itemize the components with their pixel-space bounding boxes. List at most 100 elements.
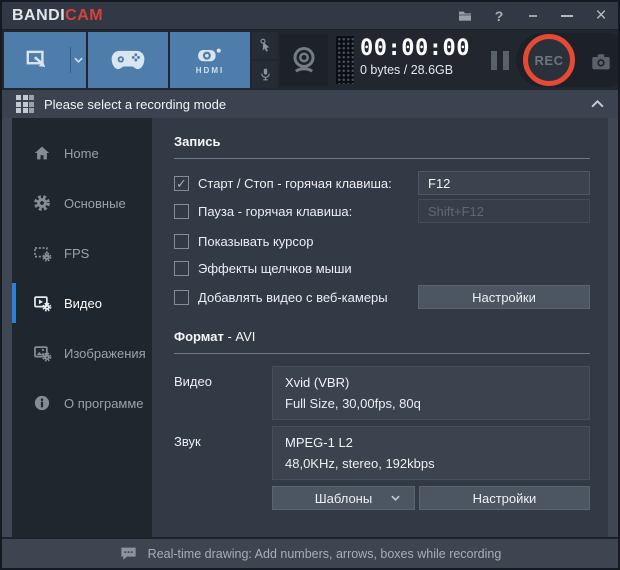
mode-select-text: Please select a recording mode bbox=[44, 96, 227, 112]
audio-format-row: Звук MPEG-1 L2 48,0KHz, stereo, 192kbps bbox=[174, 426, 590, 480]
fps-icon bbox=[32, 244, 52, 263]
collapse-button[interactable] bbox=[591, 100, 604, 108]
sidebar-item-video[interactable]: Видео bbox=[12, 278, 152, 328]
info-icon bbox=[32, 394, 52, 412]
sidebar-item-label: Изображения bbox=[64, 345, 146, 361]
show-cursor-checkbox[interactable] bbox=[174, 233, 189, 249]
webcam-settings-button[interactable]: Настройки bbox=[418, 285, 590, 309]
sidebar-item-home[interactable]: Home bbox=[12, 128, 152, 178]
pause-button[interactable] bbox=[491, 51, 509, 70]
minimize-icon bbox=[561, 14, 573, 17]
sidebar-item-label: FPS bbox=[64, 245, 90, 261]
video-details: Full Size, 30,00fps, 80q bbox=[285, 396, 421, 411]
templates-button[interactable]: Шаблоны bbox=[272, 486, 415, 510]
camera-icon bbox=[590, 51, 612, 73]
pause-hotkey-input[interactable] bbox=[418, 199, 590, 223]
game-recording-mode-button[interactable] bbox=[88, 32, 168, 88]
webcam-overlay-checkbox[interactable] bbox=[174, 289, 189, 305]
gamepad-icon bbox=[111, 48, 145, 72]
sidebar-item-general[interactable]: Основные bbox=[12, 178, 152, 228]
audio-format-box[interactable]: MPEG-1 L2 48,0KHz, stereo, 192kbps bbox=[272, 426, 590, 480]
minimize-tray-button[interactable] bbox=[516, 2, 550, 29]
app-logo: BANDICAM bbox=[12, 7, 103, 25]
click-effects-checkbox[interactable] bbox=[174, 260, 189, 276]
sidebar-item-label: Home bbox=[64, 145, 99, 161]
format-section-title: Формат - AVI bbox=[174, 329, 590, 344]
webcam-toggle[interactable] bbox=[280, 34, 328, 86]
sidebar-item-about[interactable]: О программе bbox=[12, 378, 152, 428]
webcam-icon bbox=[289, 45, 319, 75]
checkbox-label: Пауза - горячая клавиша: bbox=[198, 203, 353, 219]
chevron-down-icon bbox=[391, 495, 400, 501]
logo-text-red: CAM bbox=[65, 6, 104, 24]
settings-panel: Запись ✓ Старт / Стоп - горячая клавиша:… bbox=[152, 118, 608, 537]
format-title-bold: Формат bbox=[174, 329, 224, 344]
sidebar-item-label: Основные bbox=[64, 195, 126, 211]
help-button[interactable]: ? bbox=[482, 2, 516, 29]
record-button[interactable]: REC bbox=[523, 34, 575, 86]
startstop-hotkey-input[interactable] bbox=[418, 171, 590, 195]
check-icon: ✓ bbox=[176, 175, 187, 191]
status-bar: Real-time drawing: Add numbers, arrows, … bbox=[2, 537, 618, 568]
audio-details: 48,0KHz, stereo, 192kbps bbox=[285, 456, 435, 471]
content-area: Home Основные FPS Видео Изображения О пр… bbox=[2, 118, 618, 537]
close-button[interactable]: × bbox=[584, 2, 618, 29]
startstop-checkbox[interactable]: ✓ bbox=[174, 175, 189, 191]
recording-toolbar: HDMI 00:00:00 0 bytes / 28.6GB REC bbox=[2, 30, 618, 90]
recording-status: 00:00:00 0 bytes / 28.6GB bbox=[360, 36, 470, 77]
minimize-button[interactable] bbox=[550, 2, 584, 29]
webcam-overlay-row: Добавлять видео с веб-камеры Настройки bbox=[174, 285, 590, 309]
checkbox-label: Старт / Стоп - горячая клавиша: bbox=[198, 175, 392, 191]
audio-codec: MPEG-1 L2 bbox=[285, 435, 353, 450]
device-recording-mode-button[interactable]: HDMI bbox=[170, 32, 250, 88]
pause-checkbox[interactable] bbox=[174, 203, 189, 219]
bandicam-window: BANDICAM ? × HDMI 00:00:00 0 bytes / 28.… bbox=[0, 0, 620, 570]
close-icon: × bbox=[595, 5, 607, 26]
grid-icon bbox=[16, 95, 34, 113]
small-minimize-icon bbox=[529, 14, 537, 17]
status-text: Real-time drawing: Add numbers, arrows, … bbox=[147, 546, 502, 561]
divider bbox=[174, 353, 590, 354]
audio-level-meter bbox=[336, 36, 354, 84]
video-format-row: Видео Xvid (VBR) Full Size, 30,00fps, 80… bbox=[174, 366, 590, 420]
microphone-icon bbox=[258, 67, 273, 82]
divider bbox=[174, 158, 590, 159]
screen-recording-icon bbox=[5, 47, 71, 73]
gear-icon bbox=[32, 194, 52, 212]
sidebar-item-label: Видео bbox=[64, 295, 102, 311]
screen-mode-dropdown[interactable] bbox=[71, 57, 86, 63]
format-title-suffix: - AVI bbox=[223, 329, 256, 344]
video-format-box[interactable]: Xvid (VBR) Full Size, 30,00fps, 80q bbox=[272, 366, 590, 420]
format-section: Формат - AVI Видео Xvid (VBR) Full Size,… bbox=[174, 329, 590, 510]
screen-recording-mode-button[interactable] bbox=[4, 32, 86, 88]
screenshot-button[interactable] bbox=[590, 51, 612, 73]
format-settings-button[interactable]: Настройки bbox=[418, 486, 590, 510]
click-effects-row: Эффекты щелчков мыши bbox=[174, 258, 590, 278]
sidebar-item-fps[interactable]: FPS bbox=[12, 228, 152, 278]
open-folder-button[interactable] bbox=[448, 2, 482, 29]
microphone-toggle[interactable] bbox=[252, 61, 278, 88]
sidebar-item-label: О программе bbox=[64, 395, 144, 411]
hdmi-label: HDMI bbox=[195, 66, 225, 75]
cursor-icon bbox=[258, 38, 273, 53]
video-format-label: Видео bbox=[174, 374, 212, 389]
audio-format-label: Звук bbox=[174, 434, 201, 449]
video-codec: Xvid (VBR) bbox=[285, 375, 350, 390]
checkbox-label: Показывать курсор bbox=[198, 233, 314, 249]
format-buttons: Шаблоны Настройки bbox=[272, 486, 590, 510]
folder-icon bbox=[457, 8, 473, 24]
checkbox-label: Добавлять видео с веб-камеры bbox=[198, 289, 388, 305]
mode-select-bar: Please select a recording mode bbox=[2, 90, 618, 118]
chevron-up-icon bbox=[591, 100, 604, 108]
selected-indicator bbox=[12, 283, 16, 323]
title-bar: BANDICAM ? × bbox=[2, 2, 618, 30]
recording-timer: 00:00:00 bbox=[360, 36, 470, 61]
sidebar: Home Основные FPS Видео Изображения О пр… bbox=[12, 118, 152, 537]
logo-text-white: BANDI bbox=[12, 6, 66, 24]
show-cursor-row: Показывать курсор bbox=[174, 231, 590, 251]
drawing-bubble-icon bbox=[119, 544, 138, 563]
rec-label: REC bbox=[534, 52, 564, 68]
sidebar-item-images[interactable]: Изображения bbox=[12, 328, 152, 378]
mouse-cursor-toggle[interactable] bbox=[252, 32, 278, 59]
hotkey-pause-row: Пауза - горячая клавиша: bbox=[174, 199, 590, 223]
